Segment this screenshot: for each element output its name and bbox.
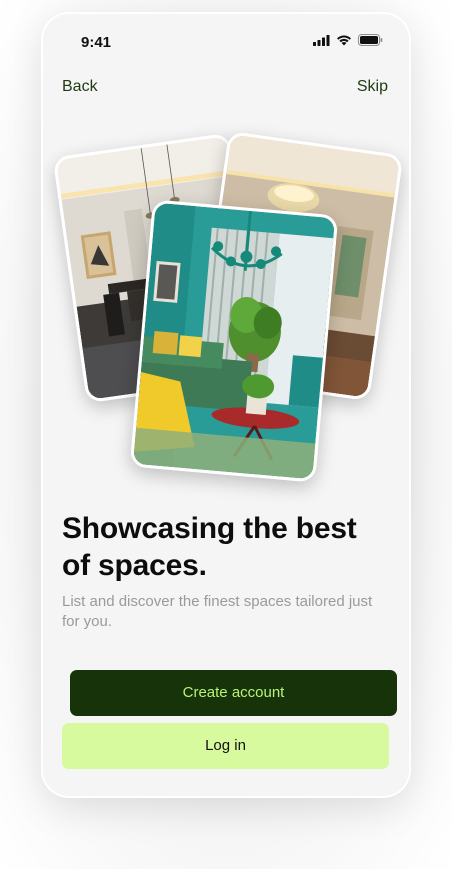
battery-icon: [358, 34, 383, 46]
status-bar: 9:41: [43, 14, 409, 64]
top-navigation: Back Skip: [43, 78, 409, 102]
gallery-image-teal-living-room: [129, 199, 339, 483]
create-account-button[interactable]: Create account: [70, 670, 397, 716]
phone-screen: 9:41 Back Skip Showcasing the best of sp…: [43, 14, 409, 796]
page-subtitle: List and discover the finest spaces tail…: [62, 593, 373, 630]
status-time: 9:41: [81, 34, 112, 51]
back-button[interactable]: Back: [62, 78, 98, 96]
skip-button[interactable]: Skip: [357, 78, 388, 96]
login-button[interactable]: Log in: [62, 723, 389, 769]
status-icons: [313, 34, 383, 46]
signal-icon: [313, 34, 330, 46]
page-title: Showcasing the best of spaces.: [62, 512, 357, 582]
wifi-icon: [337, 35, 351, 45]
